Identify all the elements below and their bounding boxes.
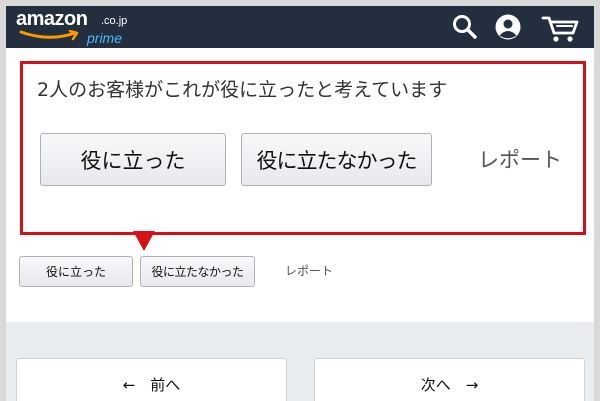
logo-wordmark: amazon — [16, 8, 88, 30]
amazon-logo[interactable]: amazon .co.jp prime — [16, 8, 156, 48]
helpful-button[interactable]: 役に立った — [19, 256, 133, 287]
not-helpful-button[interactable]: 役に立たなかった — [140, 256, 255, 287]
report-link-zoomed[interactable]: レポート — [478, 144, 562, 174]
not-helpful-button-zoomed[interactable]: 役に立たなかった — [241, 133, 432, 186]
callout-pointer — [133, 231, 155, 251]
top-nav-bar: amazon .co.jp prime — [6, 6, 594, 48]
account-icon[interactable] — [494, 13, 522, 41]
smile-arrow-icon — [19, 30, 79, 41]
next-page-button[interactable]: 次へ → — [314, 358, 585, 401]
prev-page-button[interactable]: ← 前へ — [16, 358, 287, 401]
logo-prime: prime — [87, 30, 123, 46]
report-link[interactable]: レポート — [285, 262, 333, 279]
screenshot-frame: amazon .co.jp prime 2人のお客様がこれが役に立ったと考えてい… — [6, 6, 594, 401]
zoomed-callout-box: 2人のお客様がこれが役に立ったと考えています 役に立った 役に立たなかった レポ… — [20, 61, 586, 235]
logo-domain: .co.jp — [101, 15, 128, 27]
helpful-count-text: 2人のお客様がこれが役に立ったと考えています — [37, 79, 448, 101]
search-icon[interactable] — [451, 13, 479, 41]
cart-icon[interactable] — [541, 14, 581, 44]
helpful-button-zoomed[interactable]: 役に立った — [40, 133, 226, 186]
